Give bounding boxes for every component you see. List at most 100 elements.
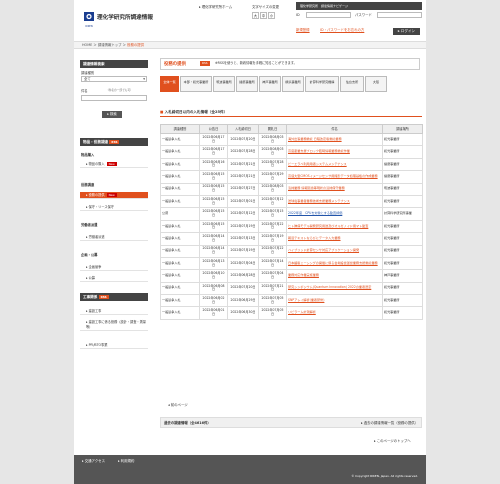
keyword-hint: （件名の一部でも可） [106, 88, 133, 92]
goods-panel-title: 物品・役務調達 RSS [80, 138, 148, 146]
sidebar-item-labor[interactable]: ▸ 労働者派遣 [80, 234, 148, 241]
sidebar-item-construction-services[interactable]: ▸ 建設工事に係る役務（設計・調査・測量等） [80, 318, 148, 331]
register-link[interactable]: 新規登録 [296, 28, 310, 32]
table-row: 一般競争入札 2022年06月15日 2022年07月19日 2022年07月22日ヒ… [160, 219, 423, 234]
row-opening-date: 2022年08月03日 [258, 145, 287, 159]
id-input[interactable] [306, 12, 351, 18]
row-bid-deadline: 2022年07月20日 [227, 281, 259, 296]
tab-wako[interactable]: 本部・和光事業所 [180, 76, 212, 92]
row-bid-deadline: 2022年06月30日 [227, 306, 259, 320]
footer-terms-link[interactable]: ▸ 利用規約 [118, 459, 134, 463]
tab-osaka[interactable]: 大阪 [365, 76, 387, 92]
row-type: 一般競争入札 [160, 244, 200, 258]
location-tabs: 全体一覧 本部・和光事業所 筑波事業所 播磨事業所 神戸事業所 横浜事業所 計算… [160, 76, 422, 92]
footer: ▸ 交通アクセス ▸ 利用規約 © Copyright RIKEN, Japan… [74, 455, 426, 484]
sidebar-item-planning[interactable]: ▸ 企画競争 [80, 264, 148, 271]
past-info-link[interactable]: ▸ 過去の調達情報一覧（役務の提供） [361, 421, 418, 425]
row-bid-deadline: 2022年07月01日 [227, 194, 259, 209]
row-subject-link[interactable]: 研究シンポジウム(Quantum Innovation) 2022の業者選定 [286, 281, 383, 296]
sidebar-item-public-call[interactable]: ▸ 公募 [80, 275, 148, 282]
tab-sendai[interactable]: 仙台支所 [340, 76, 364, 92]
row-subject-link[interactable]: 海外出張業務委託 日程改定版委託業務 [286, 132, 383, 147]
row-location: 和光事業所 [382, 132, 423, 147]
row-notice-date: 2022年06月16日 [199, 157, 228, 172]
row-bid-deadline: 2022年07月21日 [227, 170, 259, 184]
breadcrumb-home[interactable]: HOME [82, 43, 92, 47]
row-location: 和光事業所 [382, 194, 423, 209]
tab-yokohama[interactable]: 横浜事業所 [282, 76, 304, 92]
row-type: 一般競争入札 [160, 182, 200, 196]
row-subject-link[interactable]: 高速大型CMOSイメージセンサ用撮影データ処理基板の作成業務 [286, 170, 383, 184]
login-button[interactable]: ▸ ログイン [393, 28, 420, 35]
tab-kobe[interactable]: 神戸事業所 [259, 76, 281, 92]
goods-rss-badge[interactable]: RSS [109, 140, 120, 144]
row-subject-link[interactable]: 高度産業支援ブロック臨時情報業務委託作業 [286, 145, 383, 159]
row-subject-link[interactable]: 日本語版ミーシングの開催に係る会場設営運営業務支援委託業務 [286, 256, 383, 271]
column-header: 開札日 [258, 124, 287, 134]
sidebar-item-label: 建設工事に係る役務（設計・調査・測量等） [86, 320, 146, 329]
table-row: 一般競争入札 2022年06月14日 2022年07月19日 2022年07月22日ハ… [160, 244, 423, 258]
sidebar-item-maintenance[interactable]: ▸ 保守・リース保守 [80, 204, 148, 211]
sidebar-item-pfi[interactable]: ▸ PFI/BTO事業 [80, 342, 148, 349]
row-subject-link[interactable]: 2022年度 CPUを対象とする監査評価 [286, 207, 383, 221]
row-subject-link[interactable]: 送球電事業者業務技術支援業務メンテナンス [286, 194, 383, 209]
row-location: 和光事業所 [382, 244, 423, 258]
riken-home-link[interactable]: ▸ 理化学研究所ホーム [199, 5, 232, 9]
row-subject-link[interactable]: ピーエラベ利用用者システムメンテナンス [286, 157, 383, 172]
back-to-top-link[interactable]: ▸ このページのトップへ [374, 439, 411, 443]
font-size-large-button[interactable]: 大 [252, 12, 259, 19]
row-notice-date: 2022年06月02日 [199, 294, 228, 308]
ads-heading: 企画・公募 [81, 253, 98, 257]
row-opening-date: 2022年07月19日 [258, 232, 287, 246]
keyword-input[interactable] [81, 95, 147, 101]
row-opening-date: 2022年07月28日 [258, 157, 287, 172]
sidebar-item-construction[interactable]: ▸ 建設工事 [80, 308, 148, 315]
works-rss-badge[interactable]: RSS [98, 295, 109, 299]
row-subject-link[interactable]: ハイブリッド計算センサ対応アプリケーション開発 [286, 244, 383, 258]
section-title-text: 入札締切日以内の入札情報（全25件） [164, 110, 228, 114]
tab-all[interactable]: 全体一覧 [160, 76, 179, 92]
section-bullet-icon: ■ [160, 110, 164, 114]
row-notice-date: 2022年06月17日 [199, 145, 228, 159]
footer-access-link[interactable]: ▸ 交通アクセス [82, 459, 105, 463]
row-bid-deadline: 2022年06月29日 [227, 294, 259, 308]
row-subject-link[interactable]: 業務対応作業実施業務 [286, 269, 383, 283]
font-size-small-button[interactable]: 小 [268, 12, 275, 19]
tab-harima[interactable]: 播磨事業所 [236, 76, 258, 92]
sidebar-item-service[interactable]: ▸ 役務の提供 New [80, 192, 148, 199]
row-bid-deadline: 2022年07月27日 [227, 182, 259, 196]
row-subject-link[interactable]: リビラーム計測解析 [286, 306, 383, 320]
site-title[interactable]: 理化学研究所調達情報 [97, 15, 153, 22]
row-notice-date: 2022年06月15日 [199, 170, 228, 184]
row-type: 一般競争入札 [160, 145, 200, 159]
row-type: 一般競争入札 [160, 157, 200, 172]
row-subject-link[interactable]: 報道テキストならびにデータ入力業務 [286, 232, 383, 246]
breadcrumb-procurement-top[interactable]: 調達情報トップ [98, 43, 122, 47]
column-header: 件名 [286, 124, 383, 134]
main-rss-badge[interactable]: RSS [200, 61, 210, 66]
sidebar-item-label: 建設工事 [88, 309, 102, 313]
table-row: 一般競争入札 2022年06月16日 2022年07月21日 2022年07月28日ピ… [160, 157, 423, 172]
search-type-select[interactable]: 全て ▾ [81, 76, 147, 82]
search-button[interactable]: ▸ 検索 [102, 111, 122, 118]
row-bid-deadline: 2022年07月19日 [227, 219, 259, 234]
row-location: 神戸事業所 [382, 269, 423, 283]
row-opening-date: 2022年08月03日 [258, 182, 287, 196]
row-subject-link[interactable]: ヒト肺病モデル開発研究用途及びオルガノイド用マト監査 [286, 219, 383, 234]
riken-logo-icon[interactable]: RIKEN [84, 12, 94, 28]
prev-page-link[interactable]: ◂ 前のページ [168, 403, 188, 407]
row-notice-date: 2022年06月15日 [199, 182, 228, 196]
tab-tsukuba[interactable]: 筑波事業所 [213, 76, 235, 92]
row-type: 一般競争入札 [160, 194, 200, 209]
row-subject-link[interactable]: 清掃業務 情報環境等現状の清掃保守業務 [286, 182, 383, 196]
row-type: 一般競争入札 [160, 256, 200, 271]
font-size-medium-button[interactable]: 中 [260, 12, 267, 19]
row-opening-date: 2022年08月03日 [258, 132, 287, 147]
tab-computational-science[interactable]: 計算科学研究機構 [305, 76, 339, 92]
row-subject-link[interactable]: SNPアレイ解析(業者研修) [286, 294, 383, 308]
password-input[interactable] [377, 12, 422, 18]
bids-table: 調達種別 公告日 入札締切日 開札日 件名 調達場所 一般競争入札 2022年06… [160, 124, 423, 320]
keyword-label: 件名 [81, 89, 88, 93]
forgot-password-link[interactable]: ID・パスワードをお忘れの方 [320, 28, 364, 32]
sidebar-item-goods-purchase[interactable]: ▸ 物品の購入 New [80, 161, 148, 168]
